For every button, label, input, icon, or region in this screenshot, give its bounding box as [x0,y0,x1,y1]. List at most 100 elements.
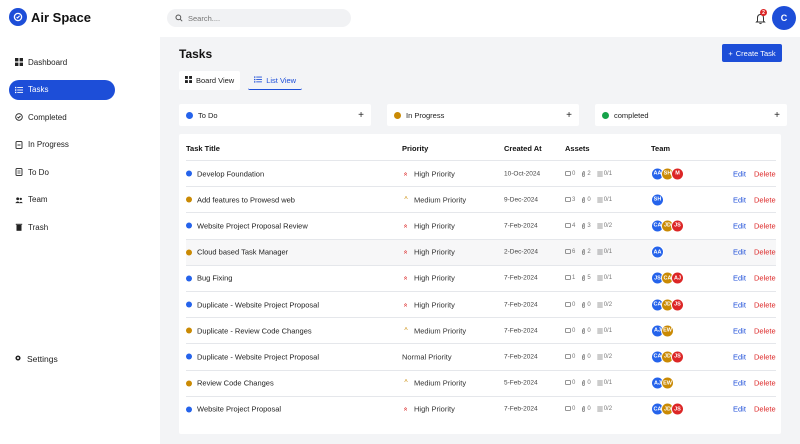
edit-button[interactable]: Edit [733,352,746,361]
priority-label: Medium Priority [414,195,467,205]
create-task-button[interactable]: + Create Task [722,44,782,62]
edit-button[interactable]: Edit [733,379,746,388]
actions-cell: Edit Delete [733,352,776,361]
priority-cell: ^ Medium Priority [402,379,466,388]
sidebar-item-tasks[interactable]: Tasks [9,79,115,100]
table-row[interactable]: Website Project Proposal Review » High P… [186,212,776,238]
edit-button[interactable]: Edit [733,248,746,257]
priority-cell: ^ Medium Priority [402,195,466,204]
edit-button[interactable]: Edit [733,326,746,335]
files-count: 1 [572,275,576,282]
in-progress-icon [15,140,23,149]
stage-todo: To Do + [179,104,371,126]
view-tabs: Board View List View [179,71,303,90]
actions-cell: Edit Delete [733,248,776,257]
message-icon [565,380,571,386]
subtask-icon [596,275,603,281]
sidebar-item-in-progress[interactable]: In Progress [9,135,115,155]
created-at: 2-Dec-2024 [504,248,538,256]
team-cell: AA SH M [651,167,684,181]
user-avatar[interactable]: C [772,6,796,30]
message-icon [565,275,571,281]
files-count: 0 [572,301,576,308]
logo[interactable]: Air Space [9,8,91,26]
sidebar-item-label: Completed [28,112,67,122]
delete-button[interactable]: Delete [754,352,776,361]
delete-button[interactable]: Delete [754,405,776,414]
delete-button[interactable]: Delete [754,274,776,283]
task-title-cell: Duplicate - Website Project Proposal [186,300,319,309]
topbar: 2 C [160,0,800,37]
table-row[interactable]: Cloud based Task Manager » High Priority… [186,238,776,265]
table-row[interactable]: Duplicate - Review Code Changes ^ Medium… [186,317,776,343]
table-row[interactable]: Review Code Changes ^ Medium Priority 5-… [186,369,776,396]
sidebar-item-settings[interactable]: Settings [14,354,58,364]
created-at: 7-Feb-2024 [504,222,538,230]
assets-cell: 4 3 0/2 [565,223,612,229]
delete-button[interactable]: Delete [754,326,776,335]
task-title-cell: Duplicate - Review Code Changes [186,326,312,335]
delete-button[interactable]: Delete [754,248,776,257]
delete-button[interactable]: Delete [754,300,776,309]
task-stage-dot [186,222,192,229]
table-header: Task Title Priority Created At Assets Te… [186,144,776,156]
table-row[interactable]: Develop Foundation » High Priority 10-Oc… [186,160,776,186]
message-icon [565,327,571,334]
task-stage-dot [186,380,192,387]
team-avatar: EW [661,376,674,390]
table-row[interactable]: Add features to Prowesd web ^ Medium Pri… [186,186,776,212]
task-title: Bug Fixing [197,273,233,283]
files-count: 0 [572,327,576,334]
task-title-cell: Develop Foundation [186,169,264,178]
sidebar-item-label: Dashboard [28,57,68,67]
delete-button[interactable]: Delete [754,169,776,178]
sidebar-item-label: Team [28,195,48,204]
delete-button[interactable]: Delete [754,221,776,230]
priority-cell: » High Priority [402,274,455,283]
stage-label: In Progress [406,110,445,120]
sidebar-item-team[interactable]: Team [9,190,115,210]
add-completed-button[interactable]: + [774,110,780,121]
notification-button[interactable]: 2 [755,9,767,25]
assets-cell: 0 0 0/1 [565,380,612,386]
table-row[interactable]: Duplicate - Website Project Proposal Nor… [186,343,776,369]
delete-button[interactable]: Delete [754,379,776,388]
team-avatar: JS [671,298,684,312]
actions-cell: Edit Delete [733,195,776,204]
notification-badge: 2 [760,9,767,16]
tab-board-view[interactable]: Board View [179,71,241,90]
priority-cell: » High Priority [402,248,455,257]
edit-button[interactable]: Edit [733,405,746,414]
edit-button[interactable]: Edit [733,274,746,283]
main-content: Tasks + Create Task Board View List View… [160,37,800,444]
grid-icon [185,76,192,85]
table-row[interactable]: Duplicate - Website Project Proposal » H… [186,290,776,317]
table-row[interactable]: Website Project Proposal » High Priority… [186,395,776,422]
edit-button[interactable]: Edit [733,169,746,178]
search-bar[interactable] [167,9,351,27]
tab-list-view[interactable]: List View [248,71,303,90]
sidebar-item-dashboard[interactable]: Dashboard [9,52,115,72]
priority-label: Medium Priority [414,378,467,388]
gear-icon [14,354,22,364]
attachment-icon [581,196,586,203]
sidebar-item-to-do[interactable]: To Do [9,162,115,182]
message-icon [565,223,571,229]
add-in-progress-button[interactable]: + [566,110,572,121]
sidebar-item-trash[interactable]: Trash [9,217,115,237]
task-stage-dot [186,196,192,203]
edit-button[interactable]: Edit [733,221,746,230]
delete-button[interactable]: Delete [754,195,776,204]
search-input[interactable] [188,13,338,23]
team-avatar: AJ [671,271,684,285]
add-todo-button[interactable]: + [358,110,364,121]
edit-button[interactable]: Edit [733,195,746,204]
priority-label: High Priority [414,221,455,231]
priority-cell: » High Priority [402,169,455,178]
table-body: Develop Foundation » High Priority 10-Oc… [186,160,776,422]
sidebar-item-completed[interactable]: Completed [9,107,115,127]
stage-dot [186,111,193,119]
sidebar-item-label: In Progress [28,140,69,149]
table-row[interactable]: Bug Fixing » High Priority 7-Feb-2024 1 … [186,264,776,291]
edit-button[interactable]: Edit [733,300,746,309]
